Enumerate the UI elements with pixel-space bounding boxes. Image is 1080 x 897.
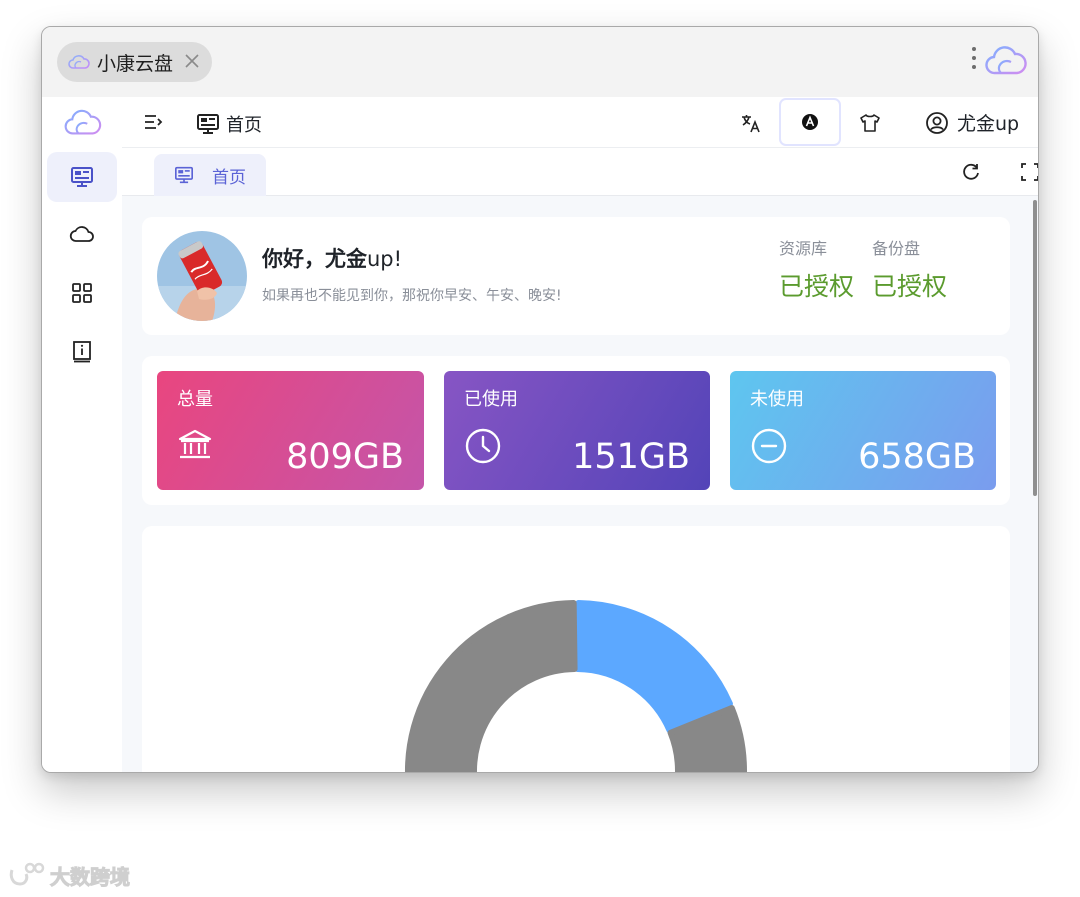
user-name: 尤金up <box>956 113 1020 135</box>
sidebar-item-cloud[interactable] <box>47 209 117 259</box>
backup-label: 备份盘 <box>872 239 921 258</box>
app-logo-icon <box>64 109 102 135</box>
bank-icon <box>178 429 212 459</box>
user-menu[interactable]: 尤金up <box>920 97 1024 148</box>
close-icon[interactable] <box>182 51 202 71</box>
svg-text:大数跨境: 大数跨境 <box>50 865 130 889</box>
used-card: 已使用 151GB <box>444 371 710 490</box>
sidebar-item-about[interactable] <box>47 327 117 377</box>
tshirt-icon <box>860 113 880 132</box>
greeting: 你好，尤金up! <box>262 247 403 271</box>
content-area: 你好，尤金up! 如果再也不能见到你，那祝你早安、午安、晚安! 资源库 已授权 … <box>122 196 1038 772</box>
tab-home[interactable]: 首页 <box>154 154 266 196</box>
sidebar-item-home[interactable] <box>47 152 117 202</box>
clock-icon <box>465 428 501 464</box>
greeting-subtitle: 如果再也不能见到你，那祝你早安、午安、晚安! <box>262 288 562 304</box>
usage-chart-card <box>142 526 1010 772</box>
used-value: 151GB <box>572 437 690 477</box>
title-bar: 小康云盘 <box>42 27 1038 97</box>
free-card: 未使用 658GB <box>730 371 996 490</box>
monitor-icon <box>71 167 93 187</box>
apps-grid-icon <box>72 283 92 303</box>
content-scrollbar[interactable] <box>1033 200 1037 496</box>
backup-status: 已授权 <box>872 272 948 301</box>
main-area: 首页 尤金up 首页 你好，尤金up! 如果再也不能见到你，那祝你早安、午安、晚… <box>122 97 1039 772</box>
total-card: 总量 809GB <box>157 371 424 490</box>
storage-stats: 总量 809GB 已使用 151GB 未使用 658GB <box>142 356 1010 505</box>
window-tab[interactable]: 小康云盘 <box>57 42 212 82</box>
library-label: 资源库 <box>779 239 828 258</box>
language-button[interactable] <box>734 97 768 148</box>
welcome-card: 你好，尤金up! 如果再也不能见到你，那祝你早安、午安、晚安! 资源库 已授权 … <box>142 217 1010 335</box>
sidebar <box>42 97 122 772</box>
monitor-icon <box>197 114 219 134</box>
breadcrumb[interactable]: 首页 <box>196 111 262 137</box>
user-avatar-icon <box>926 111 948 134</box>
top-header: 首页 尤金up <box>122 97 1038 148</box>
info-book-icon <box>73 341 91 363</box>
minus-circle-icon <box>751 428 787 464</box>
donut-slice-0[interactable] <box>574 600 733 734</box>
free-value: 658GB <box>858 437 976 477</box>
library-status: 已授权 <box>779 272 855 301</box>
font-a-icon <box>802 114 818 130</box>
page-tab-bar: 首页 <box>122 148 1039 196</box>
total-label: 总量 <box>177 389 213 410</box>
cloud-logo-icon <box>68 55 90 69</box>
window-tab-title: 小康云盘 <box>97 52 174 75</box>
menu-collapse-icon[interactable] <box>142 111 164 133</box>
cloud-icon <box>69 226 94 242</box>
more-menu-icon[interactable] <box>969 47 979 77</box>
sidebar-item-apps[interactable] <box>47 268 117 318</box>
monitor-icon <box>175 166 193 184</box>
refresh-icon[interactable] <box>960 161 982 183</box>
skin-button[interactable] <box>852 97 888 148</box>
app-logo-icon <box>985 46 1027 75</box>
tab-home-label: 首页 <box>212 167 246 188</box>
translate-icon <box>742 114 760 132</box>
used-label: 已使用 <box>464 389 518 410</box>
avatar <box>157 231 247 321</box>
free-label: 未使用 <box>750 389 804 410</box>
breadcrumb-label: 首页 <box>226 115 262 136</box>
fullscreen-icon[interactable] <box>1019 161 1039 183</box>
watermark-logo: 大数跨境 <box>9 862 131 890</box>
app-window: 小康云盘 首页 尤金up 首页 你好，尤金up! 如果再也不能见到你，那祝你早安… <box>41 26 1039 773</box>
theme-toggle-button[interactable] <box>779 98 841 146</box>
total-value: 809GB <box>286 437 404 477</box>
usage-donut-chart <box>405 600 747 772</box>
